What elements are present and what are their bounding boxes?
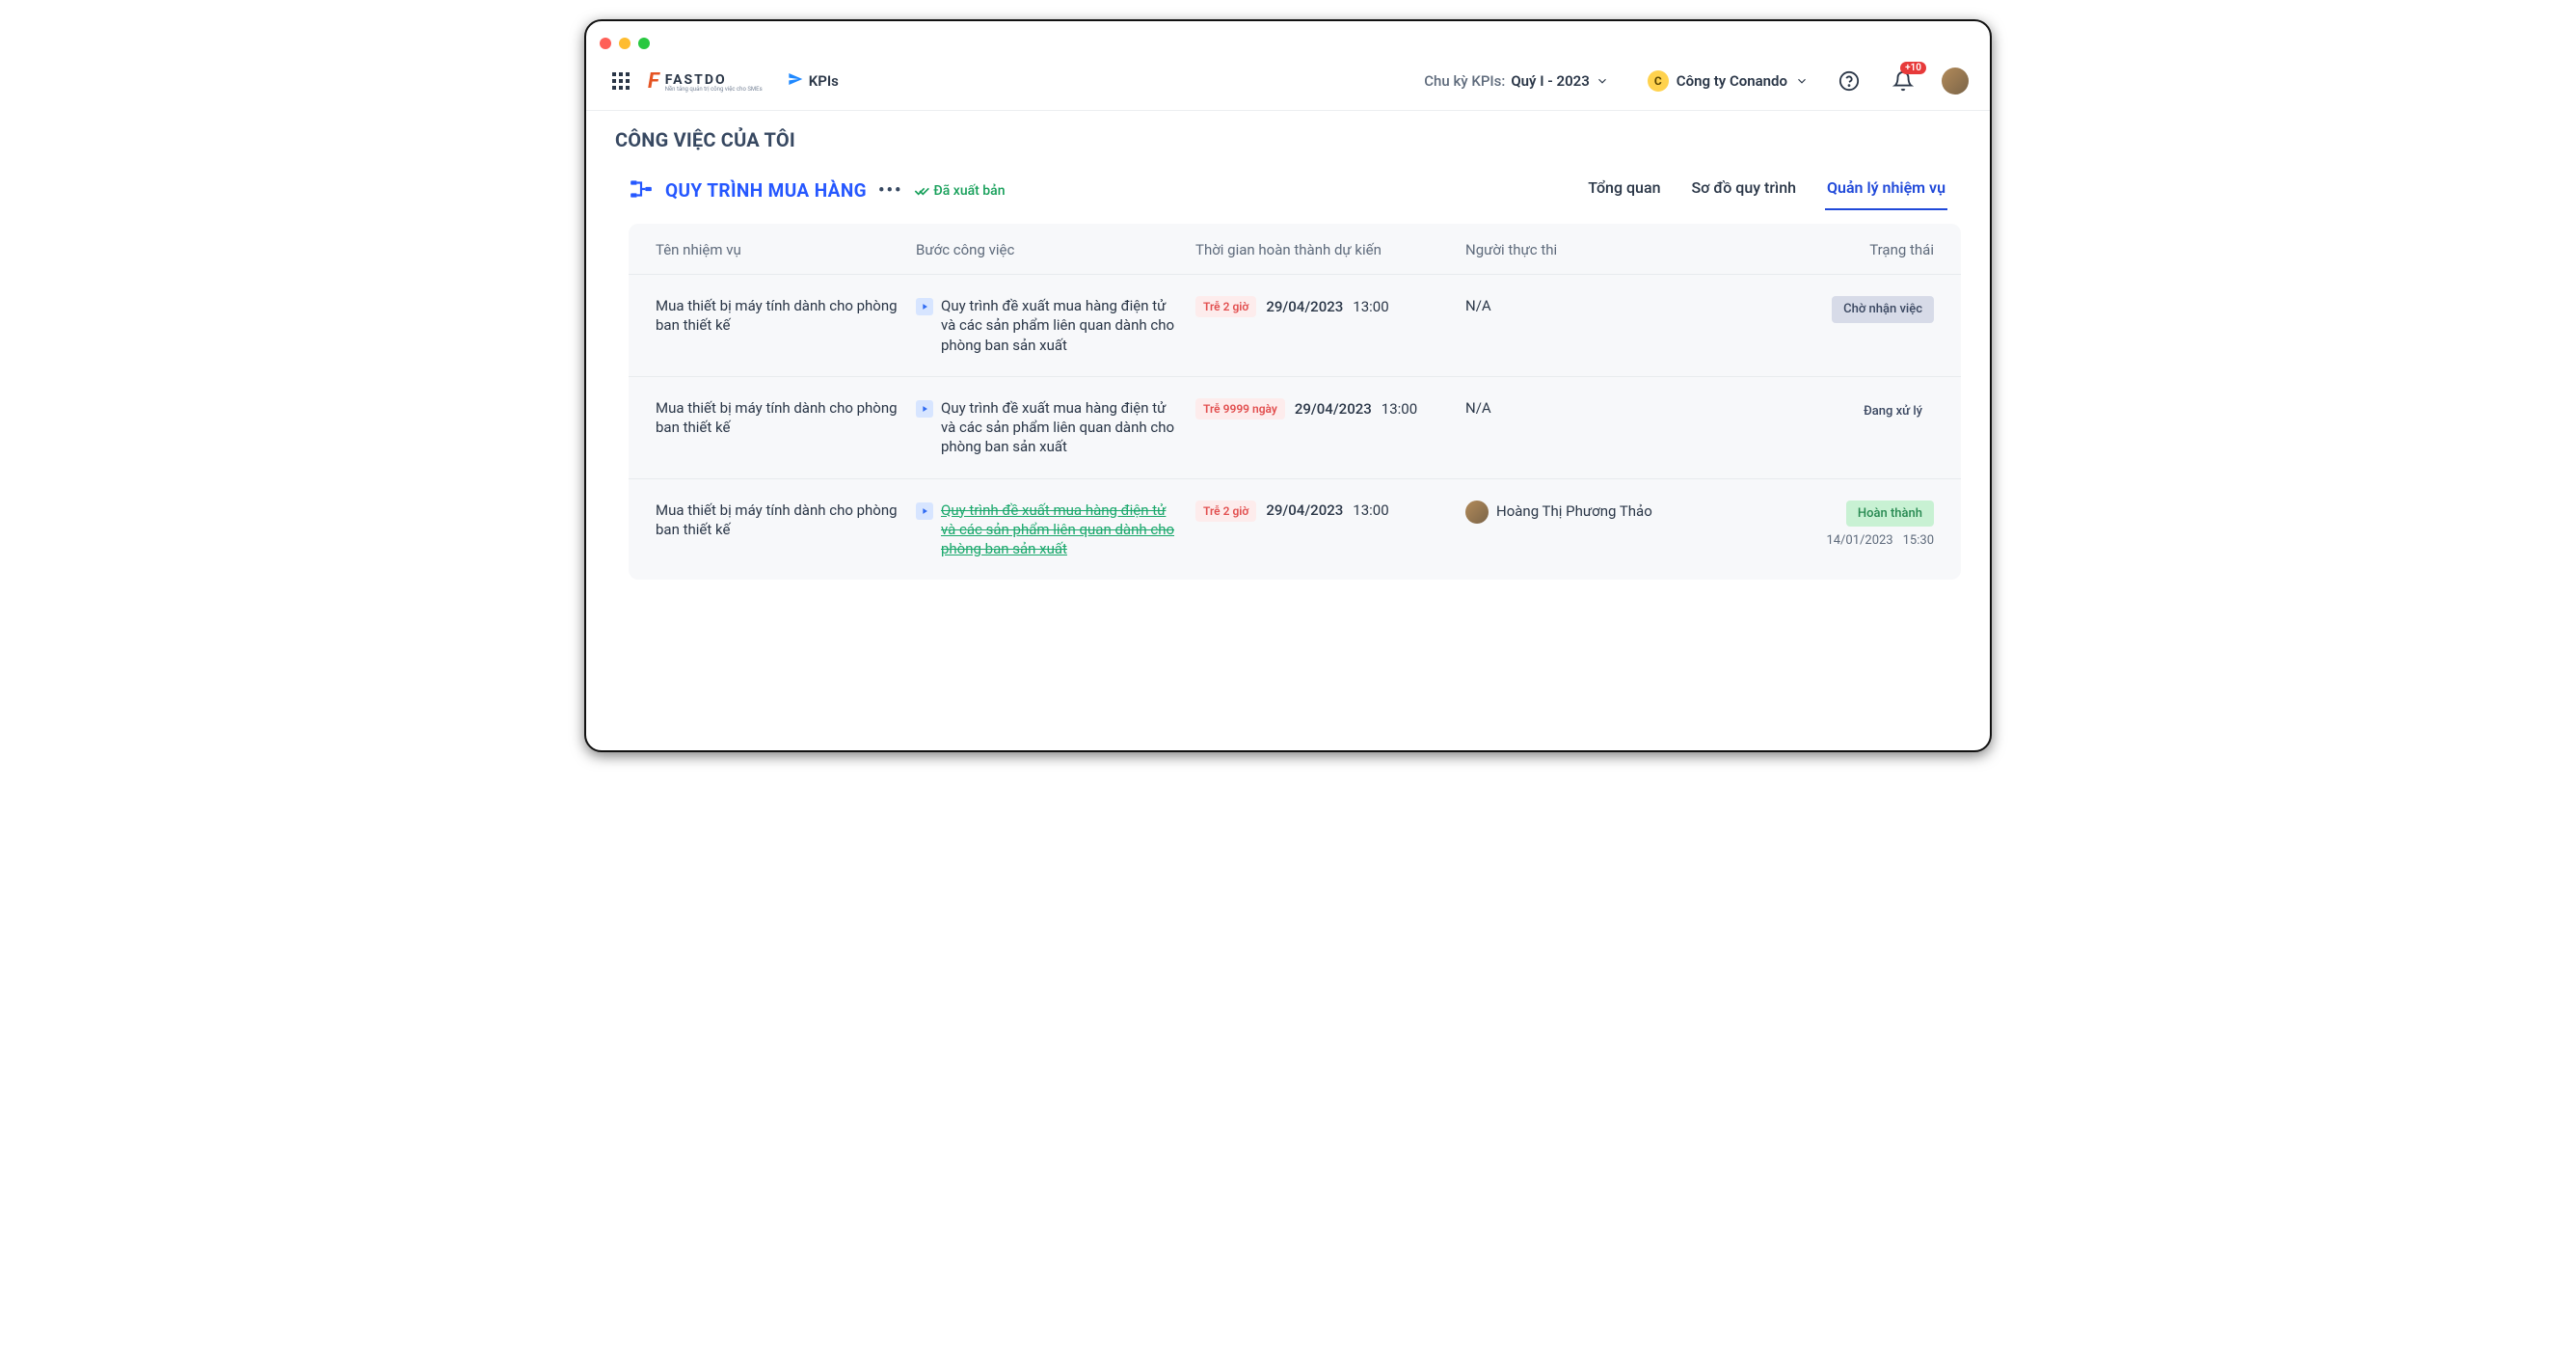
task-step: Quy trình đề xuất mua hàng điện tử và cá… bbox=[916, 398, 1195, 457]
kpi-label: KPIs bbox=[809, 72, 839, 90]
tab-2[interactable]: Quản lý nhiệm vụ bbox=[1825, 171, 1947, 210]
task-step: Quy trình đề xuất mua hàng điện tử và cá… bbox=[916, 296, 1195, 355]
kpi-cycle-selector[interactable]: Chu kỳ KPIs: Quý I - 2023 bbox=[1424, 72, 1609, 90]
task-table: Tên nhiệm vụ Bước công việc Thời gian ho… bbox=[629, 224, 1961, 580]
status-badge: Đang xử lý bbox=[1852, 398, 1934, 425]
task-status: Đang xử lý bbox=[1716, 398, 1934, 425]
executor-name: N/A bbox=[1465, 296, 1491, 315]
due-date: 29/04/2023 bbox=[1266, 297, 1343, 316]
late-badge: Trễ 2 giờ bbox=[1195, 501, 1256, 522]
task-time: Trễ 9999 ngày 29/04/2023 13:00 bbox=[1195, 398, 1465, 420]
task-executor: Hoàng Thị Phương Thảo bbox=[1465, 501, 1716, 524]
logo-mark-icon: F bbox=[648, 69, 659, 94]
col-step: Bước công việc bbox=[916, 241, 1195, 258]
table-row[interactable]: Mua thiết bị máy tính dành cho phòng ban… bbox=[629, 275, 1961, 377]
brand-logo[interactable]: F FASTDO Nền tảng quản trị công việc cho… bbox=[648, 69, 763, 94]
user-avatar[interactable] bbox=[1942, 68, 1969, 95]
top-nav: F FASTDO Nền tảng quản trị công việc cho… bbox=[586, 56, 1990, 111]
executor-avatar bbox=[1465, 501, 1489, 524]
maximize-window-button[interactable] bbox=[638, 38, 650, 49]
step-text: Quy trình đề xuất mua hàng điện tử và cá… bbox=[941, 296, 1176, 355]
main-content: CÔNG VIỆC CỦA TÔI QUY TRÌNH MUA HÀNG •••… bbox=[586, 111, 1990, 750]
minimize-window-button[interactable] bbox=[619, 38, 631, 49]
col-executor: Người thực thi bbox=[1465, 241, 1716, 258]
step-text: Quy trình đề xuất mua hàng điện tử và cá… bbox=[941, 398, 1176, 457]
due-date: 29/04/2023 bbox=[1266, 501, 1343, 520]
task-time: Trễ 2 giờ 29/04/2023 13:00 bbox=[1195, 296, 1465, 317]
late-badge: Trễ 2 giờ bbox=[1195, 296, 1256, 317]
due-time: 13:00 bbox=[1353, 297, 1388, 316]
publish-label: Đã xuất bản bbox=[933, 183, 1005, 199]
due-date: 29/04/2023 bbox=[1295, 399, 1372, 419]
tab-0[interactable]: Tổng quan bbox=[1586, 171, 1662, 210]
task-executor: N/A bbox=[1465, 296, 1716, 315]
status-badge: Chờ nhận việc bbox=[1832, 296, 1934, 323]
publish-status: Đã xuất bản bbox=[914, 183, 1005, 199]
task-name: Mua thiết bị máy tính dành cho phòng ban… bbox=[656, 501, 916, 540]
kpi-module-link[interactable]: KPIs bbox=[788, 71, 839, 91]
company-selector[interactable]: C Công ty Conando bbox=[1648, 70, 1809, 92]
brand-tagline: Nền tảng quản trị công việc cho SMEs bbox=[665, 86, 763, 93]
company-name: Công ty Conando bbox=[1677, 72, 1787, 90]
process-title: QUY TRÌNH MUA HÀNG bbox=[665, 179, 867, 202]
col-status: Trạng thái bbox=[1716, 241, 1934, 258]
apps-grid-icon[interactable] bbox=[607, 68, 634, 95]
process-header: QUY TRÌNH MUA HÀNG ••• Đã xuất bản Tổng … bbox=[594, 165, 1982, 210]
paper-plane-icon bbox=[788, 71, 803, 91]
executor-name: Hoàng Thị Phương Thảo bbox=[1496, 501, 1652, 521]
company-avatar: C bbox=[1648, 70, 1669, 92]
late-badge: Trễ 9999 ngày bbox=[1195, 398, 1285, 420]
double-check-icon bbox=[914, 183, 929, 199]
table-row[interactable]: Mua thiết bị máy tính dành cho phòng ban… bbox=[629, 377, 1961, 479]
table-row[interactable]: Mua thiết bị máy tính dành cho phòng ban… bbox=[629, 479, 1961, 581]
executor-name: N/A bbox=[1465, 398, 1491, 418]
due-time: 13:00 bbox=[1353, 501, 1388, 520]
page-title: CÔNG VIỆC CỦA TÔI bbox=[594, 128, 1982, 165]
cycle-value: Quý I - 2023 bbox=[1511, 72, 1589, 90]
col-name: Tên nhiệm vụ bbox=[656, 241, 916, 258]
task-name: Mua thiết bị máy tính dành cho phòng ban… bbox=[656, 398, 916, 438]
completed-timestamp: 14/01/202315:30 bbox=[1826, 532, 1934, 550]
tab-1[interactable]: Sơ đồ quy trình bbox=[1689, 171, 1798, 210]
process-more-button[interactable]: ••• bbox=[878, 180, 902, 201]
notification-badge: +10 bbox=[1900, 62, 1926, 74]
task-status: Chờ nhận việc bbox=[1716, 296, 1934, 323]
due-time: 13:00 bbox=[1382, 399, 1417, 419]
task-time: Trễ 2 giờ 29/04/2023 13:00 bbox=[1195, 501, 1465, 522]
step-icon bbox=[916, 502, 933, 520]
window-title-bar bbox=[586, 21, 1990, 56]
workflow-icon bbox=[629, 176, 654, 205]
help-button[interactable] bbox=[1836, 68, 1863, 95]
notifications-button[interactable]: +10 bbox=[1890, 68, 1917, 95]
chevron-down-icon bbox=[1795, 74, 1809, 88]
tabs: Tổng quan Sơ đồ quy trình Quản lý nhiệm vụ bbox=[1586, 171, 1947, 210]
task-executor: N/A bbox=[1465, 398, 1716, 418]
close-window-button[interactable] bbox=[600, 38, 611, 49]
step-icon bbox=[916, 400, 933, 418]
task-status: Hoàn thành 14/01/202315:30 bbox=[1716, 501, 1934, 550]
task-step: Quy trình đề xuất mua hàng điện tử và cá… bbox=[916, 501, 1195, 559]
task-name: Mua thiết bị máy tính dành cho phòng ban… bbox=[656, 296, 916, 336]
table-header: Tên nhiệm vụ Bước công việc Thời gian ho… bbox=[629, 224, 1961, 275]
chevron-down-icon bbox=[1596, 74, 1609, 88]
cycle-label: Chu kỳ KPIs: bbox=[1424, 72, 1505, 90]
step-icon bbox=[916, 298, 933, 315]
step-text: Quy trình đề xuất mua hàng điện tử và cá… bbox=[941, 501, 1176, 559]
col-time: Thời gian hoàn thành dự kiến bbox=[1195, 241, 1465, 258]
status-badge: Hoàn thành bbox=[1846, 501, 1934, 528]
app-window: F FASTDO Nền tảng quản trị công việc cho… bbox=[584, 19, 1992, 752]
